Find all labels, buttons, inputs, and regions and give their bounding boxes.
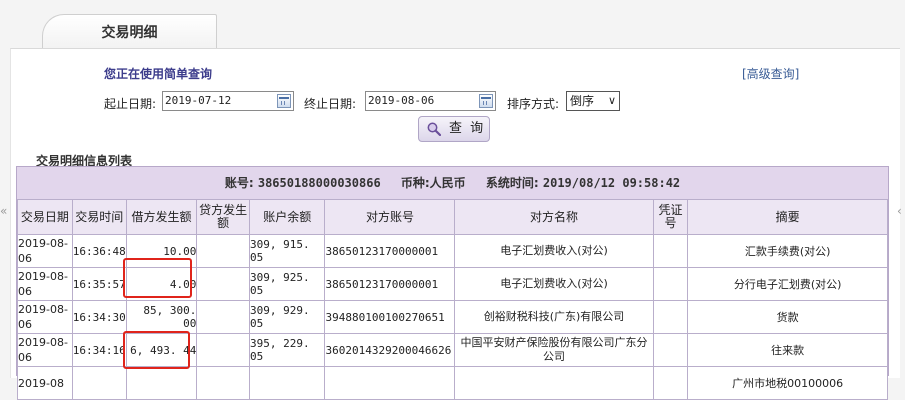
column-header[interactable]: 借方发生额: [125, 199, 198, 235]
cell-credit: [196, 267, 250, 301]
advanced-query-link[interactable]: [高级查询]: [742, 65, 799, 82]
cell-counterparty-name: 电子汇划费收入(对公): [454, 234, 654, 268]
account-number: 38650188000030866: [257, 176, 381, 190]
cell-time: [71, 366, 127, 400]
cell-counterparty-account: 38650123170000001: [324, 267, 456, 301]
chevron-down-icon: ∨: [607, 94, 616, 107]
calendar-icon[interactable]: [277, 94, 291, 108]
column-header[interactable]: 交易时间: [71, 199, 127, 235]
column-header[interactable]: 账户余额: [248, 199, 326, 235]
double-left-arrow-icon[interactable]: «: [0, 204, 7, 218]
start-date-value: 2019-07-12: [165, 94, 232, 107]
highlight-box: [123, 258, 192, 298]
end-date-value: 2019-08-06: [368, 94, 435, 107]
double-right-arrow-icon[interactable]: ‹: [897, 204, 902, 218]
tab-bar: 交易明细: [0, 0, 905, 50]
cell-time: 16:34:16: [71, 333, 127, 367]
table-row[interactable]: 2019-08-06 16:34:30 85, 300. 00 309, 929…: [17, 300, 888, 334]
cell-credit: [196, 234, 250, 268]
cell-debit: 85, 300. 00: [125, 300, 198, 334]
cell-memo: 分行电子汇划费(对公): [687, 267, 888, 301]
highlight-box: [123, 331, 190, 369]
cell-voucher: [652, 366, 689, 400]
cell-memo: 往来款: [687, 333, 888, 367]
cell-counterparty-name: 中国平安财产保险股份有限公司广东分公司: [454, 333, 654, 367]
account-info-bar: 账号: 38650188000030866 币种:人民币 系统时间: 2019/…: [17, 167, 888, 199]
cell-balance: 395, 229. 05: [248, 333, 326, 367]
column-header[interactable]: 凭证号: [652, 199, 689, 235]
cell-memo: 货款: [687, 300, 888, 334]
cell-date: 2019-08: [17, 366, 73, 400]
cell-time: 16:34:30: [71, 300, 127, 334]
cell-date: 2019-08-06: [17, 234, 73, 268]
currency-info: 币种:人民币: [401, 176, 466, 190]
column-header[interactable]: 对方账号: [324, 199, 456, 235]
cell-balance: 309, 925. 05: [248, 267, 326, 301]
end-date-label: 终止日期:: [304, 97, 357, 111]
cell-memo: 广州市地税00100006: [687, 366, 888, 400]
system-time-info: 系统时间: 2019/08/12 09:58:42: [486, 176, 680, 190]
cell-voucher: [652, 234, 689, 268]
cell-date: 2019-08-06: [17, 333, 73, 367]
cell-counterparty-name: 电子汇划费收入(对公): [454, 267, 654, 301]
cell-credit: [196, 300, 250, 334]
magnifier-icon: [427, 122, 441, 136]
transaction-table: 交易日期 交易时间 借方发生额 贷方发生额 账户余额 对方账号 对方名称 凭证号…: [17, 199, 888, 400]
account-info: 账号: 38650188000030866: [225, 176, 381, 190]
column-header[interactable]: 交易日期: [17, 199, 73, 235]
cell-credit: [196, 366, 250, 400]
query-button[interactable]: 查 询: [418, 116, 490, 142]
table-header-row: 交易日期 交易时间 借方发生额 贷方发生额 账户余额 对方账号 对方名称 凭证号…: [17, 199, 888, 235]
cell-counterparty-account: [324, 366, 456, 400]
system-time-label: 系统时间:: [485, 176, 539, 190]
start-date-label: 起止日期:: [104, 97, 157, 111]
cell-balance: [248, 366, 326, 400]
sort-order-select[interactable]: 倒序 ∨: [566, 91, 620, 111]
end-date-field[interactable]: 2019-08-06: [365, 91, 496, 111]
cell-balance: 309, 929. 05: [248, 300, 326, 334]
query-mode-title: 您正在使用简单查询: [104, 67, 213, 81]
table-row[interactable]: 2019-08 广州市地税00100006: [17, 366, 888, 400]
cell-counterparty-account: 3602014329200046626: [324, 333, 456, 367]
cell-voucher: [652, 267, 689, 301]
cell-voucher: [652, 300, 689, 334]
currency-label: 币种:: [400, 176, 430, 190]
cell-counterparty-name: 创裕财税科技(广东)有限公司: [454, 300, 654, 334]
account-label: 账号:: [224, 176, 254, 190]
sort-label: 排序方式:: [507, 97, 560, 111]
cell-memo: 汇款手续费(对公): [687, 234, 888, 268]
column-header[interactable]: 摘要: [687, 199, 888, 235]
cell-date: 2019-08-06: [17, 300, 73, 334]
query-button-label: 查 询: [449, 121, 486, 136]
sort-order-value: 倒序: [570, 94, 595, 108]
cell-counterparty-name: [454, 366, 654, 400]
cell-balance: 309, 915. 05: [248, 234, 326, 268]
cell-voucher: [652, 333, 689, 367]
cell-time: 16:35:57: [71, 267, 127, 301]
cell-date: 2019-08-06: [17, 267, 73, 301]
start-date-field[interactable]: 2019-07-12: [162, 91, 294, 111]
calendar-icon[interactable]: [479, 94, 493, 108]
currency-value: 人民币: [429, 176, 466, 190]
cell-counterparty-account: 38650123170000001: [324, 234, 456, 268]
column-header[interactable]: 贷方发生额: [196, 199, 250, 235]
cell-credit: [196, 333, 250, 367]
cell-debit: [125, 366, 198, 400]
cell-time: 16:36:48: [71, 234, 127, 268]
system-time-value: 2019/08/12 09:58:42: [542, 176, 681, 190]
cell-counterparty-account: 394880100100270651: [324, 300, 456, 334]
tab-transaction-details[interactable]: 交易明细: [42, 14, 217, 50]
column-header[interactable]: 对方名称: [454, 199, 654, 235]
